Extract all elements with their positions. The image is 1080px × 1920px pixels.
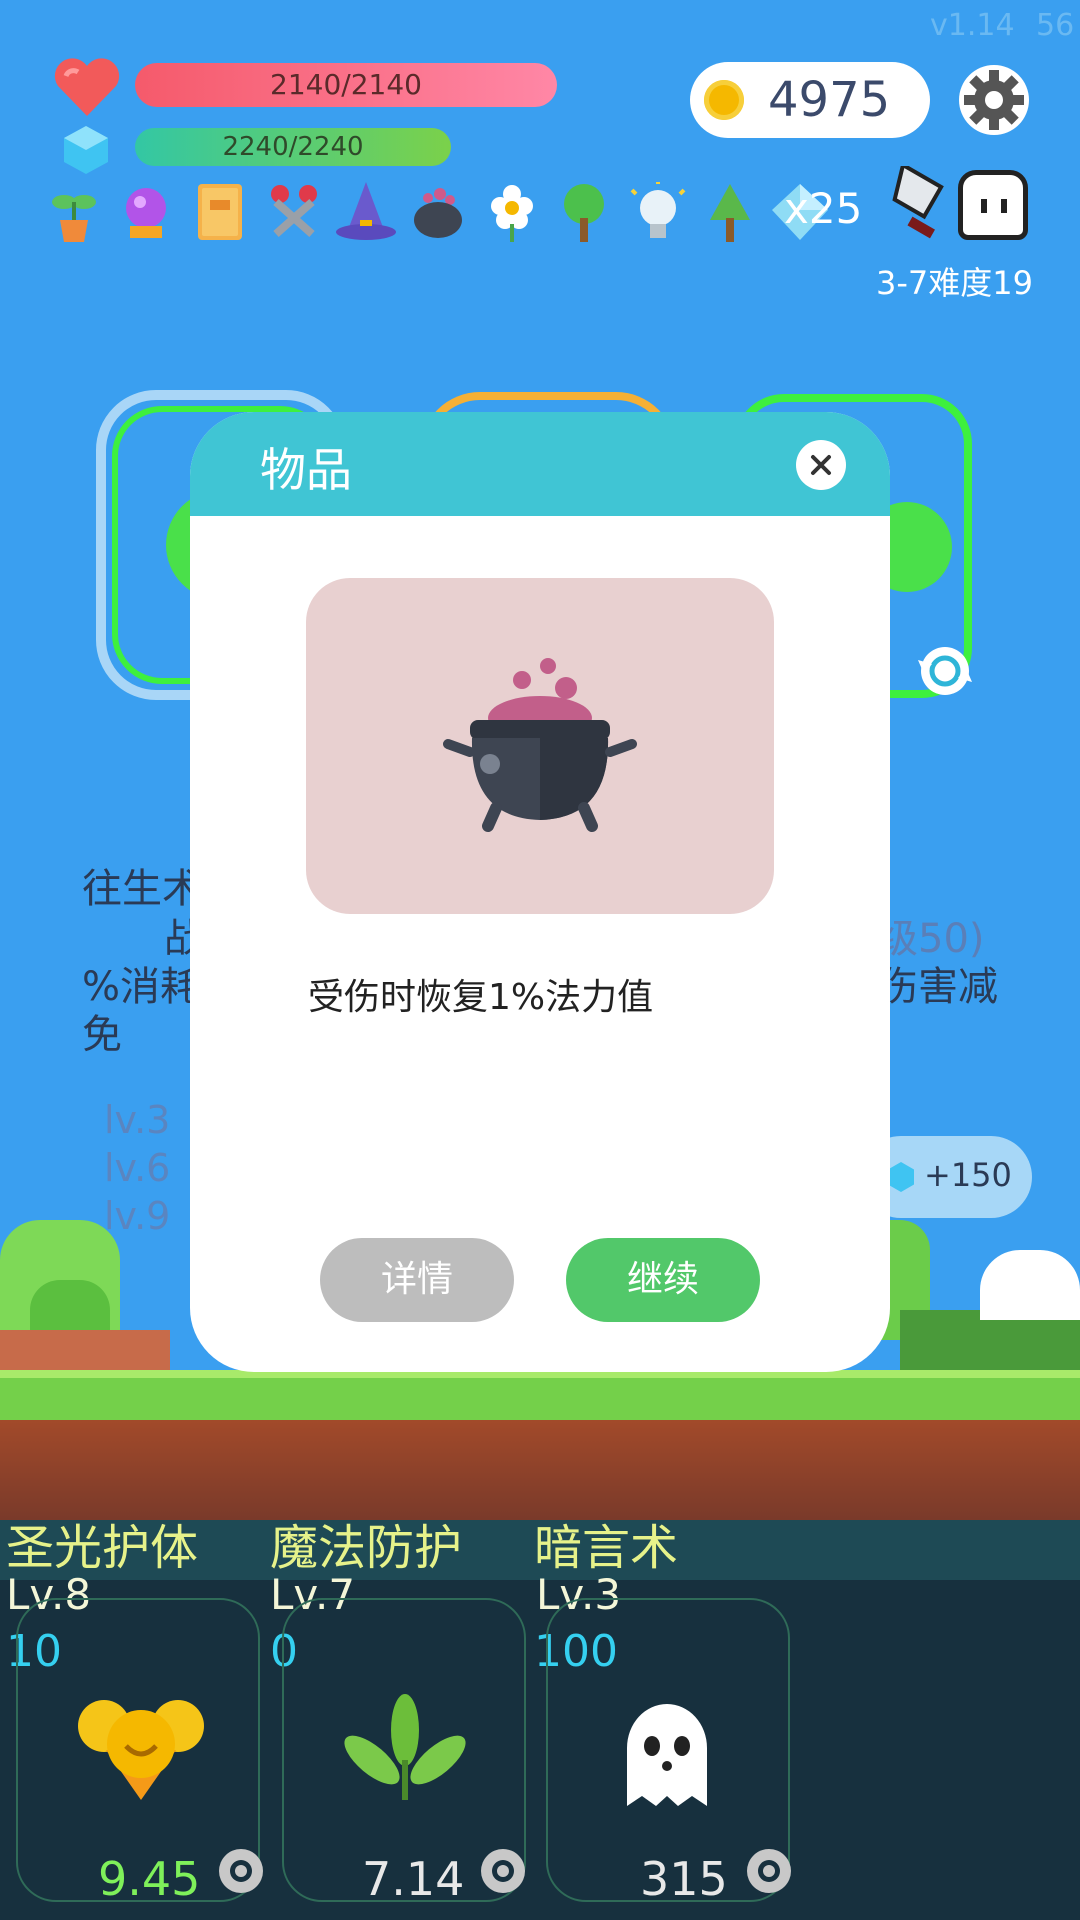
- coin-amount: 4975: [768, 72, 891, 128]
- item-modal: 物品 受伤时恢复1%法力值 详情 继续: [190, 412, 890, 1372]
- potted-plant-icon[interactable]: [42, 180, 106, 244]
- skill-name: 魔法防护: [270, 1520, 463, 1576]
- continue-button[interactable]: 继续: [566, 1238, 760, 1322]
- bg-text-left-4: 免: [82, 1012, 122, 1058]
- coin-counter: 4975: [690, 62, 930, 138]
- stage-label: 3-7难度19: [876, 264, 1033, 302]
- mp-bar: 2240/2240: [135, 128, 451, 166]
- mana-gem-icon: [62, 124, 110, 176]
- skill-name: 暗言术: [534, 1520, 679, 1576]
- ghost-icon: [612, 1688, 722, 1812]
- item-image-frame: [306, 578, 774, 914]
- version-label: v1.14: [930, 8, 1015, 43]
- leaf-icon: [340, 1690, 470, 1810]
- bg-text-right-2: 伤害减: [878, 964, 998, 1010]
- details-button[interactable]: 详情: [320, 1238, 514, 1322]
- mp-text: 2240/2240: [222, 132, 364, 162]
- hp-text: 2140/2140: [270, 68, 422, 101]
- holy-shield-icon: [76, 1690, 206, 1810]
- close-icon: [811, 455, 831, 475]
- crystal-ball-icon[interactable]: [114, 180, 178, 244]
- skill-name: 圣光护体: [6, 1520, 199, 1576]
- grass-strip: [0, 1370, 1080, 1420]
- close-button[interactable]: [796, 440, 846, 490]
- dirt-strip: [0, 1420, 1080, 1520]
- wizard-hat-icon[interactable]: [334, 180, 398, 244]
- heart-icon: [52, 56, 122, 118]
- skill-refresh-icon[interactable]: [738, 1840, 800, 1902]
- skill-value: 7.14: [362, 1852, 465, 1906]
- coin-icon: [704, 80, 744, 120]
- modal-title: 物品: [260, 443, 352, 497]
- hp-bar: 2140/2140: [135, 63, 557, 107]
- cleaver-icon[interactable]: [874, 161, 954, 246]
- skill-refresh-icon[interactable]: [472, 1840, 534, 1902]
- flower-icon[interactable]: [480, 180, 544, 244]
- item-description: 受伤时恢复1%法力值: [308, 977, 654, 1018]
- bonus-text: +150: [924, 1156, 1012, 1194]
- ghost-face-icon[interactable]: [958, 170, 1028, 240]
- book-icon[interactable]: [188, 180, 252, 244]
- fps-label: 56: [1036, 8, 1075, 43]
- bg-text-lv3: lv.3: [104, 1098, 171, 1142]
- skill-value: 315: [640, 1852, 728, 1906]
- cauldron-icon: [440, 648, 640, 848]
- skill-value: 9.45: [98, 1852, 201, 1906]
- skill-refresh-icon[interactable]: [210, 1840, 272, 1902]
- gem-count: x25: [784, 184, 863, 233]
- bonus-gem-icon: [888, 1162, 914, 1192]
- crossed-hearts-icon[interactable]: [262, 180, 326, 244]
- cauldron-icon[interactable]: [406, 180, 470, 244]
- tree-sapling-icon[interactable]: [552, 180, 616, 244]
- bg-text-lv6: lv.6: [104, 1146, 171, 1190]
- lightbulb-icon[interactable]: [626, 180, 690, 244]
- tree-icon[interactable]: [698, 180, 762, 244]
- refresh-icon[interactable]: [914, 640, 976, 702]
- settings-gear-icon[interactable]: [958, 64, 1030, 136]
- modal-header: 物品: [190, 412, 890, 516]
